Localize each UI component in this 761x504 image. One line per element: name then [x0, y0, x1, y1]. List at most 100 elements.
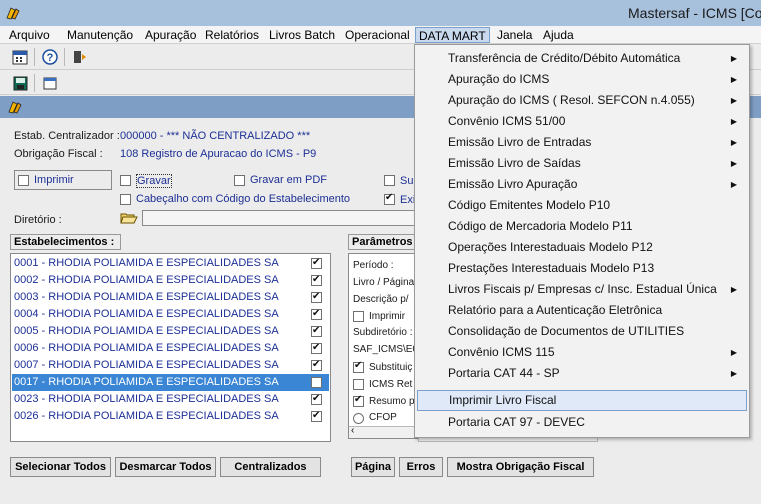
estab-centralizador-value[interactable]: 000000 - *** NÃO CENTRALIZADO *** — [120, 130, 310, 142]
list-item-label: 0003 - RHODIA POLIAMIDA E ESPECIALIDADES… — [14, 291, 279, 303]
title-bar: Mastersaf - ICMS [Co — [0, 0, 761, 26]
menu-item-highlighted[interactable]: Imprimir Livro Fiscal — [417, 390, 747, 411]
list-item-checkbox[interactable] — [311, 256, 322, 270]
imprimir-frame — [14, 170, 112, 190]
app-icon — [8, 101, 22, 114]
menu-item[interactable]: Convênio ICMS 115 ▶ — [417, 342, 747, 363]
menu-item[interactable]: Portaria CAT 44 - SP ▶ — [417, 363, 747, 384]
erros-button[interactable]: Erros — [399, 457, 443, 477]
pagina-button[interactable]: Página — [351, 457, 395, 477]
menu-item[interactable]: Apuração do ICMS ( Resol. SEFCON n.4.055… — [417, 90, 747, 111]
menu-item[interactable]: Emissão Livro de Entradas ▶ — [417, 132, 747, 153]
menu-item[interactable]: Relatório para a Autenticação Eletrônica — [417, 300, 747, 321]
gravar-pdf-checkbox[interactable] — [234, 175, 245, 186]
list-item-label: 0007 - RHODIA POLIAMIDA E ESPECIALIDADES… — [14, 359, 279, 371]
menu-item[interactable]: Prestações Interestaduais Modelo P13 — [417, 258, 747, 279]
menu-item-label: Apuração do ICMS ( Resol. SEFCON n.4.055… — [448, 93, 695, 107]
submenu-arrow-icon: ▶ — [730, 369, 737, 378]
gravar-checkbox[interactable] — [120, 175, 131, 186]
cfop-radio[interactable] — [353, 413, 364, 424]
list-item-label: 0006 - RHODIA POLIAMIDA E ESPECIALIDADES… — [14, 342, 279, 354]
menu-item-label: Imprimir Livro Fiscal — [449, 393, 557, 407]
calendar-icon — [12, 50, 28, 65]
menu-item-label: Código de Mercadoria Modelo P11 — [448, 219, 633, 233]
list-item[interactable]: 0026 - RHODIA POLIAMIDA E ESPECIALIDADES… — [12, 408, 329, 425]
menu-arquivo[interactable]: Arquivo — [6, 27, 53, 43]
diretorio-input[interactable] — [142, 210, 416, 226]
exit-button[interactable] — [70, 47, 90, 67]
icms-ret-checkbox[interactable] — [353, 379, 364, 390]
data-mart-menu: Transferência de Crédito/Débito Automáti… — [414, 44, 750, 438]
menu-operacional[interactable]: Operacional — [342, 27, 413, 43]
menu-relatorios[interactable]: Relatórios — [202, 27, 262, 43]
menu-item[interactable]: Emissão Livro de Saídas ▶ — [417, 153, 747, 174]
list-item-checkbox[interactable] — [311, 409, 322, 423]
menu-item[interactable]: Apuração do ICMS ▶ — [417, 69, 747, 90]
help-button[interactable]: ? — [40, 47, 60, 67]
menu-apuracao[interactable]: Apuração — [142, 27, 199, 43]
obrigacao-value[interactable]: 108 Registro de Apuracao do ICMS - P9 — [120, 148, 316, 160]
menu-item-label: Convênio ICMS 115 — [448, 345, 555, 359]
menu-item-label: Emissão Livro Apuração — [448, 177, 578, 191]
desmarcar-todos-button[interactable]: Desmarcar Todos — [115, 457, 216, 477]
window-button[interactable] — [40, 73, 60, 93]
menu-item[interactable]: Livros Fiscais p/ Empresas c/ Insc. Esta… — [417, 279, 747, 300]
list-item[interactable]: 0005 - RHODIA POLIAMIDA E ESPECIALIDADES… — [12, 323, 329, 340]
menu-ajuda[interactable]: Ajuda — [540, 27, 577, 43]
estabelecimentos-list[interactable]: 0001 - RHODIA POLIAMIDA E ESPECIALIDADES… — [10, 253, 331, 442]
submenu-arrow-icon: ▶ — [730, 75, 737, 84]
scroll-left-icon[interactable]: ‹ — [351, 425, 354, 436]
list-item[interactable]: 0002 - RHODIA POLIAMIDA E ESPECIALIDADES… — [12, 272, 329, 289]
list-item[interactable]: 0007 - RHODIA POLIAMIDA E ESPECIALIDADES… — [12, 357, 329, 374]
menu-item[interactable]: Código de Mercadoria Modelo P11 — [417, 216, 747, 237]
subdiretorio-path: SAF_ICMS\E0 — [353, 344, 419, 355]
menu-manutencao[interactable]: Manutenção — [64, 27, 136, 43]
horizontal-scrollbar[interactable]: ‹ — [349, 425, 417, 438]
list-item-checkbox[interactable] — [311, 324, 322, 338]
menu-data-mart[interactable]: DATA MART — [415, 27, 490, 43]
selecionar-todos-button[interactable]: Selecionar Todos — [10, 457, 111, 477]
substituicao-checkbox[interactable] — [353, 360, 364, 373]
list-item-checkbox[interactable] — [311, 273, 322, 287]
cfop-label: CFOP — [369, 412, 397, 423]
menu-livros-batch[interactable]: Livros Batch — [266, 27, 338, 43]
icms-ret-label: ICMS Ret — [369, 379, 413, 390]
folder-button[interactable] — [120, 211, 138, 228]
list-item-selected[interactable]: 0017 - RHODIA POLIAMIDA E ESPECIALIDADES… — [12, 374, 329, 391]
menu-item[interactable]: Transferência de Crédito/Débito Automáti… — [417, 48, 747, 69]
su-checkbox[interactable] — [384, 175, 395, 186]
list-item[interactable]: 0001 - RHODIA POLIAMIDA E ESPECIALIDADES… — [12, 255, 329, 272]
list-item[interactable]: 0023 - RHODIA POLIAMIDA E ESPECIALIDADES… — [12, 391, 329, 408]
resumo-checkbox[interactable] — [353, 394, 364, 407]
list-item[interactable]: 0006 - RHODIA POLIAMIDA E ESPECIALIDADES… — [12, 340, 329, 357]
menu-item[interactable]: Código Emitentes Modelo P10 — [417, 195, 747, 216]
list-item-checkbox[interactable] — [311, 358, 322, 372]
list-item[interactable]: 0004 - RHODIA POLIAMIDA E ESPECIALIDADES… — [12, 306, 329, 323]
param-imprimir-label: Imprimir — [369, 311, 406, 322]
list-item-checkbox[interactable] — [311, 392, 322, 406]
menu-item[interactable]: Emissão Livro Apuração ▶ — [417, 174, 747, 195]
menu-item-label: Consolidação de Documentos de UTILITIES — [448, 324, 685, 338]
menu-item[interactable]: Portaria CAT 97 - DEVEC — [417, 412, 747, 433]
menu-item[interactable]: Consolidação de Documentos de UTILITIES — [417, 321, 747, 342]
cabecalho-checkbox[interactable] — [120, 194, 131, 205]
menu-item-label: Convênio ICMS 51/00 — [448, 114, 566, 128]
save-button[interactable] — [10, 73, 30, 93]
list-item-checkbox[interactable] — [311, 307, 322, 321]
exit-door-icon — [74, 51, 86, 63]
centralizados-button[interactable]: Centralizados — [220, 457, 321, 477]
help-icon: ? — [42, 49, 58, 65]
calendar-button[interactable] — [10, 47, 30, 67]
list-item[interactable]: 0003 - RHODIA POLIAMIDA E ESPECIALIDADES… — [12, 289, 329, 306]
exi-checkbox[interactable] — [384, 192, 395, 205]
menu-bar: Arquivo Manutenção Apuração Relatórios L… — [0, 26, 761, 44]
menu-item[interactable]: Convênio ICMS 51/00 ▶ — [417, 111, 747, 132]
list-item-checkbox[interactable] — [311, 341, 322, 355]
mostra-obrigacao-button[interactable]: Mostra Obrigação Fiscal — [447, 457, 594, 477]
param-imprimir-checkbox[interactable] — [353, 311, 364, 322]
save-icon — [13, 76, 27, 90]
menu-item[interactable]: Operações Interestaduais Modelo P12 — [417, 237, 747, 258]
menu-janela[interactable]: Janela — [494, 27, 535, 43]
list-item-checkbox[interactable] — [311, 377, 322, 388]
list-item-checkbox[interactable] — [311, 290, 322, 304]
